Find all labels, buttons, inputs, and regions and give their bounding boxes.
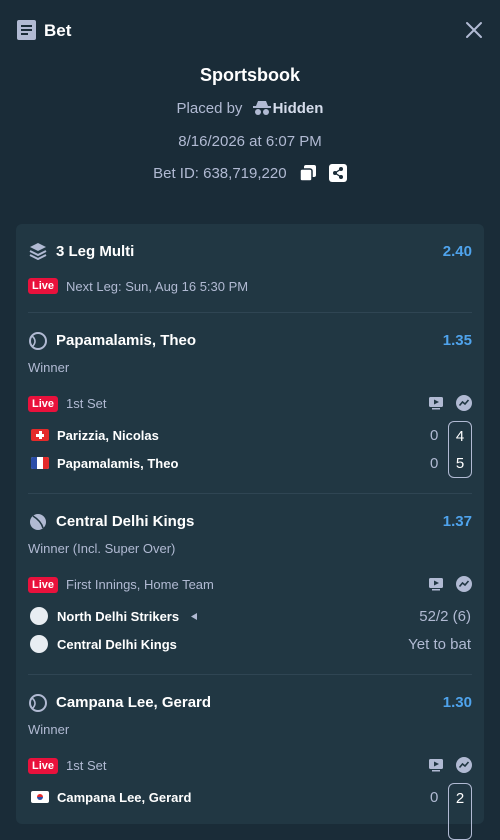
leg-1-team-1-score: 0	[430, 427, 439, 444]
stats-icon[interactable]	[456, 576, 472, 592]
leg-3-market: Winner	[28, 722, 70, 737]
leg-2-team-1-score: 52/2 (6)	[419, 608, 471, 625]
live-stream-icon[interactable]	[428, 576, 444, 592]
placed-by-label: Placed by	[176, 100, 243, 117]
multi-title: 3 Leg Multi	[56, 243, 135, 260]
leg-1-team-1-set: 4	[455, 428, 465, 445]
divider	[28, 493, 472, 494]
divider	[28, 674, 472, 675]
live-badge: Live	[28, 758, 59, 774]
stats-icon[interactable]	[456, 757, 472, 773]
batting-indicator-icon	[191, 613, 197, 620]
placed-by-user: Hidden	[247, 100, 324, 117]
stats-icon[interactable]	[456, 395, 472, 411]
tennis-icon	[29, 332, 47, 350]
leg-3-team-1-set: 2	[455, 790, 465, 807]
bet-id: Bet ID: 638,719,220	[153, 165, 287, 182]
leg-2-odds: 1.37	[442, 513, 472, 530]
leg-1-team-2-set: 5	[455, 455, 465, 472]
leg-3-odds: 1.30	[442, 694, 472, 711]
leg-1-title: Papamalamis, Theo	[56, 332, 197, 349]
flag-switzerland-icon	[31, 429, 49, 441]
leg-1-market: Winner	[28, 360, 70, 375]
live-badge: Live	[28, 278, 59, 294]
leg-2-status: First Innings, Home Team	[66, 577, 214, 592]
leg-2-title: Central Delhi Kings	[56, 513, 195, 530]
live-badge: Live	[28, 396, 59, 412]
bet-id-row: Bet ID: 638,719,220	[0, 164, 500, 182]
leg-2-team-2: Central Delhi Kings	[57, 637, 177, 652]
live-badge: Live	[28, 577, 59, 593]
leg-3-title: Campana Lee, Gerard	[56, 694, 212, 711]
leg-1-odds: 1.35	[442, 332, 472, 349]
flag-france-icon	[31, 457, 49, 469]
leg-2-team-2-score: Yet to bat	[408, 636, 471, 653]
leg-3-team-1: Campana Lee, Gerard	[57, 790, 192, 805]
incognito-icon	[252, 101, 271, 115]
divider	[28, 312, 472, 313]
team-logo-icon	[30, 635, 48, 653]
copy-icon[interactable]	[298, 164, 317, 182]
live-stream-icon[interactable]	[428, 395, 444, 411]
leg-3-status: 1st Set	[66, 758, 107, 773]
multi-odds: 2.40	[442, 243, 472, 260]
leg-1-team-2-score: 0	[430, 455, 439, 472]
leg-1-team-1: Parizzia, Nicolas	[57, 428, 159, 443]
leg-1-set-box: 4 5	[448, 421, 472, 478]
live-stream-icon[interactable]	[428, 757, 444, 773]
flag-south-korea-icon	[31, 791, 49, 803]
close-icon[interactable]	[464, 20, 484, 40]
hidden-user-text: Hidden	[272, 100, 324, 117]
next-leg-text: Next Leg: Sun, Aug 16 5:30 PM	[66, 279, 249, 294]
bet-card: 3 Leg Multi 2.40 Live Next Leg: Sun, Aug…	[16, 224, 484, 840]
cricket-ball-icon	[30, 514, 46, 530]
bet-date: 8/16/2026 at 6:07 PM	[178, 133, 322, 150]
share-icon[interactable]	[328, 164, 347, 182]
leg-1-team-2: Papamalamis, Theo	[57, 456, 179, 471]
bet-slip-icon	[17, 20, 36, 40]
leg-2-team-1: North Delhi Strikers	[57, 609, 180, 624]
sportsbook-title: Sportsbook	[199, 65, 300, 85]
leg-2-market: Winner (Incl. Super Over)	[28, 541, 176, 556]
top-bar: Bet	[0, 0, 500, 60]
modal-title: Bet	[44, 21, 72, 40]
tennis-icon	[29, 694, 47, 712]
leg-3-team-1-score: 0	[430, 789, 439, 806]
team-logo-icon	[30, 607, 48, 625]
leg-1-status: 1st Set	[66, 396, 107, 411]
placed-by: Placed by Hidden	[0, 100, 500, 117]
layers-icon	[29, 243, 47, 260]
